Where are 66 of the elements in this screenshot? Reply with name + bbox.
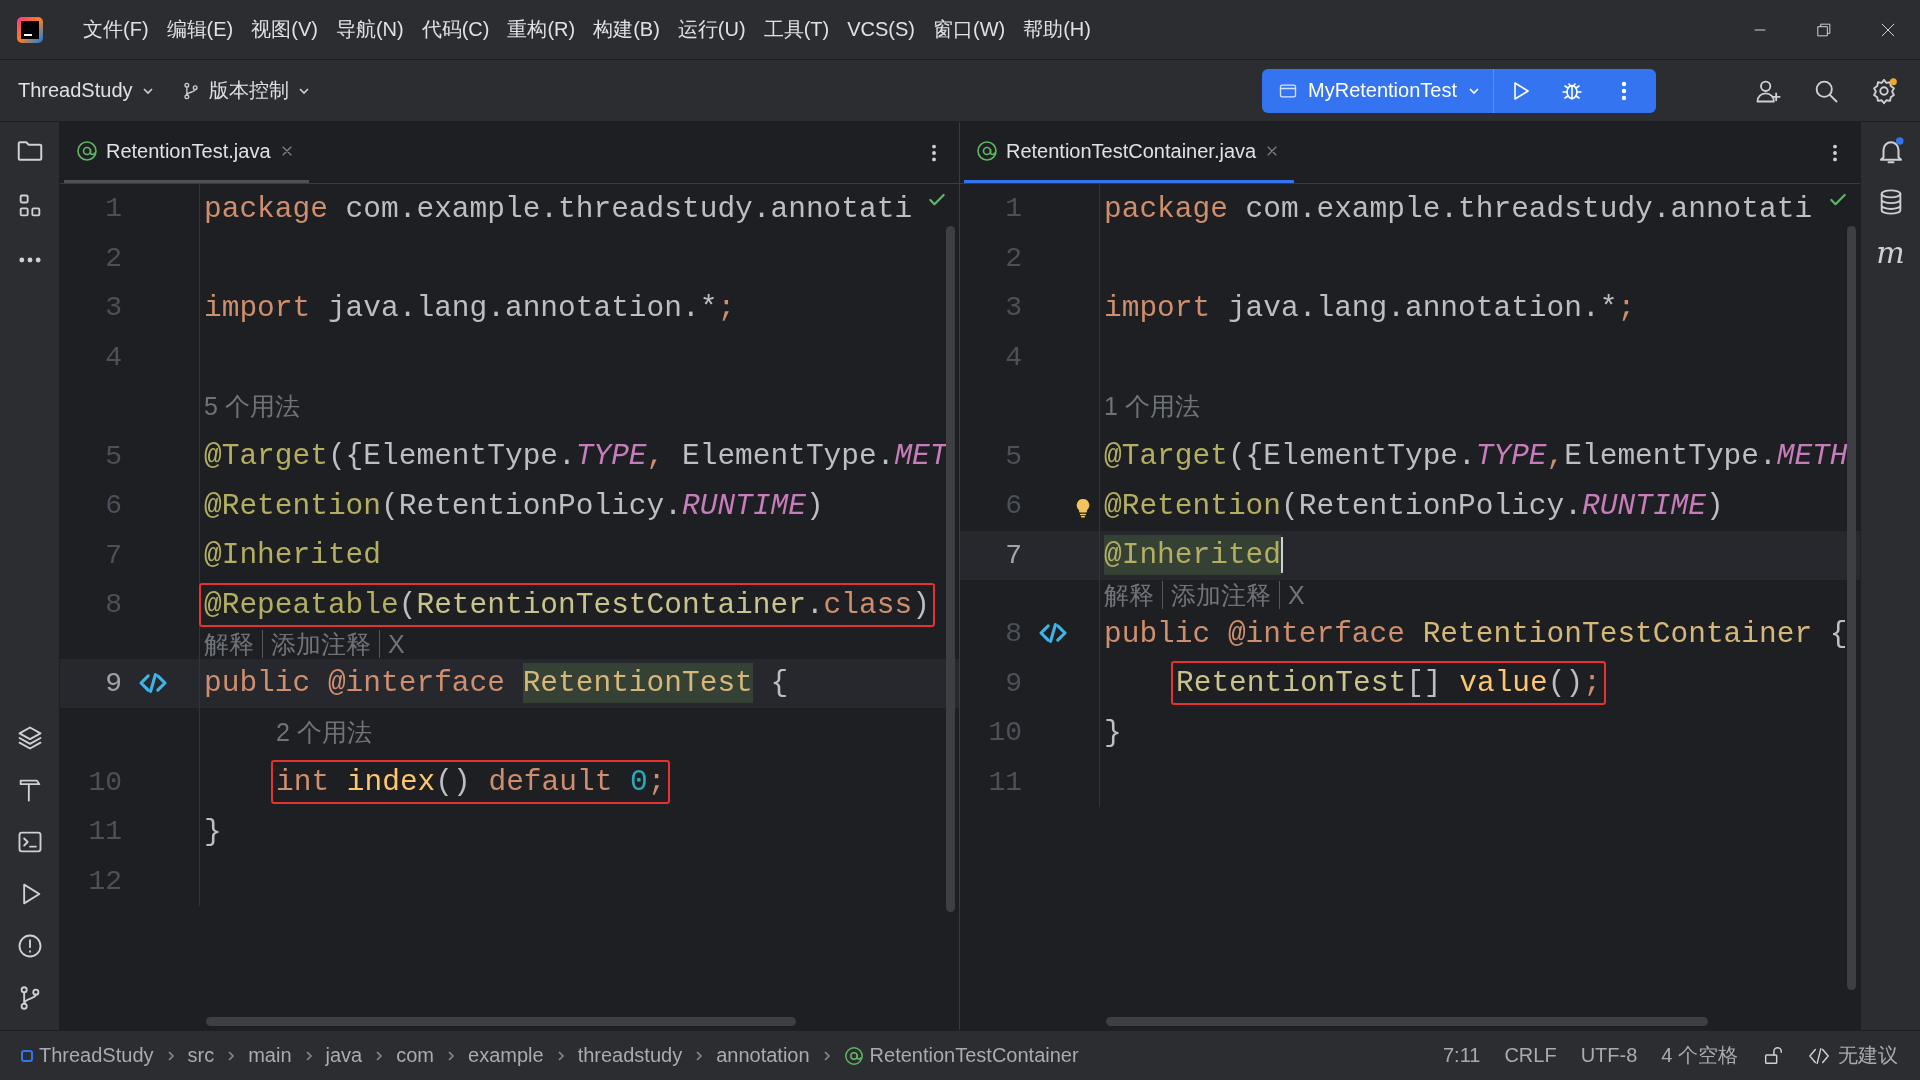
breadcrumb-item[interactable]: main <box>245 1044 295 1067</box>
code-vision-link[interactable]: 添加注释 <box>1162 580 1279 609</box>
project-selector[interactable]: ThreadStudy <box>8 71 165 110</box>
file-encoding[interactable]: UTF-8 <box>1572 1044 1646 1067</box>
line-separator[interactable]: CRLF <box>1496 1044 1565 1067</box>
breadcrumb-item[interactable]: java <box>322 1044 366 1067</box>
code-line: public @interface RetentionTest { <box>199 661 794 706</box>
usage-hint[interactable]: 5 个用法 <box>204 390 300 424</box>
maven-button[interactable]: m <box>1876 238 1905 268</box>
code-line: @Inherited <box>203 537 383 575</box>
menu-item[interactable]: 编辑(E) <box>157 10 243 49</box>
caret-position[interactable]: 7:11 <box>1434 1044 1489 1067</box>
code-vision-link[interactable]: 解释 <box>1104 580 1162 609</box>
settings-icon[interactable] <box>1870 76 1898 105</box>
unlock-icon[interactable] <box>1762 1044 1784 1067</box>
editor-tab[interactable]: RetentionTest.java <box>64 122 309 183</box>
annotation-file-icon <box>976 140 998 162</box>
vcs-selector[interactable]: 版本控制 <box>170 69 321 112</box>
menu-item[interactable]: 工具(T) <box>754 10 839 49</box>
menu-item[interactable]: 运行(U) <box>668 10 755 49</box>
code-line: @Retention(RetentionPolicy.RUNTIME) <box>203 487 825 525</box>
scrollbar-thumb[interactable] <box>1106 1017 1708 1026</box>
scrollbar-thumb[interactable] <box>946 226 955 912</box>
menu-item[interactable]: 代码(C) <box>412 10 499 49</box>
code-vision-link[interactable]: X <box>1279 580 1313 609</box>
menu-item[interactable]: 窗口(W) <box>923 10 1015 49</box>
line-number: 9 <box>104 667 122 699</box>
code-vision-link[interactable]: 添加注释 <box>262 630 379 658</box>
inspection-status[interactable]: 无建议 <box>1800 1042 1906 1069</box>
scrollbar-thumb[interactable] <box>1847 226 1856 990</box>
code-line: @Target({ElementType.TYPE, ElementType.MET <box>203 438 949 476</box>
code-line: import java.lang.annotation.*; <box>1103 289 1637 327</box>
code-line: @Retention(RetentionPolicy.RUNTIME) <box>1103 487 1725 525</box>
module-icon <box>21 1049 33 1062</box>
code-line: } <box>1103 714 1123 752</box>
usage-hint[interactable]: 2 个用法 <box>276 716 372 750</box>
code-line: @Target({ElementType.TYPE,ElementType.METH <box>1103 438 1849 476</box>
editor-tab[interactable]: RetentionTestContainer.java <box>964 122 1295 183</box>
breadcrumb-item[interactable]: src <box>184 1044 218 1067</box>
app-logo[interactable] <box>16 15 44 44</box>
breadcrumb-item[interactable]: RetentionTestContainer <box>840 1044 1082 1067</box>
breadcrumb-item[interactable]: ThreadStudy <box>18 1044 157 1067</box>
breadcrumb-item[interactable]: threadstudy <box>574 1044 686 1067</box>
breadcrumb-item[interactable]: com <box>393 1044 438 1067</box>
menu-item[interactable]: 视图(V) <box>242 10 327 49</box>
annotation-file-icon <box>843 1045 864 1066</box>
menu-item[interactable]: 构建(B) <box>584 10 669 49</box>
usage-hint[interactable]: 1 个用法 <box>1104 390 1200 424</box>
scrollbar-thumb[interactable] <box>206 1017 796 1026</box>
code-line: package com.example.threadstudy.annotati <box>203 190 914 228</box>
code-line: package com.example.threadstudy.annotati <box>1103 190 1814 228</box>
menu-item[interactable]: 帮助(H) <box>1014 10 1100 49</box>
code-line: } <box>203 813 223 851</box>
code-line: import java.lang.annotation.*; <box>203 289 737 327</box>
breadcrumb-item[interactable]: example <box>465 1044 547 1067</box>
menu-item[interactable]: 导航(N) <box>326 10 413 49</box>
code-vision-link[interactable]: 解释 <box>204 630 262 658</box>
code-vision-link[interactable]: X <box>379 630 413 658</box>
menu-item[interactable]: 重构(R) <box>498 10 585 49</box>
menu-item[interactable]: 文件(F) <box>74 10 158 49</box>
breadcrumb-item[interactable]: annotation <box>713 1044 813 1067</box>
indent-setting[interactable]: 4 个空格 <box>1653 1042 1746 1069</box>
annotation-file-icon <box>76 140 98 162</box>
line-number: 7 <box>1004 539 1022 571</box>
menu-item[interactable]: VCS(S) <box>838 12 924 47</box>
code-line: public @interface RetentionTestContainer { <box>1103 615 1849 653</box>
